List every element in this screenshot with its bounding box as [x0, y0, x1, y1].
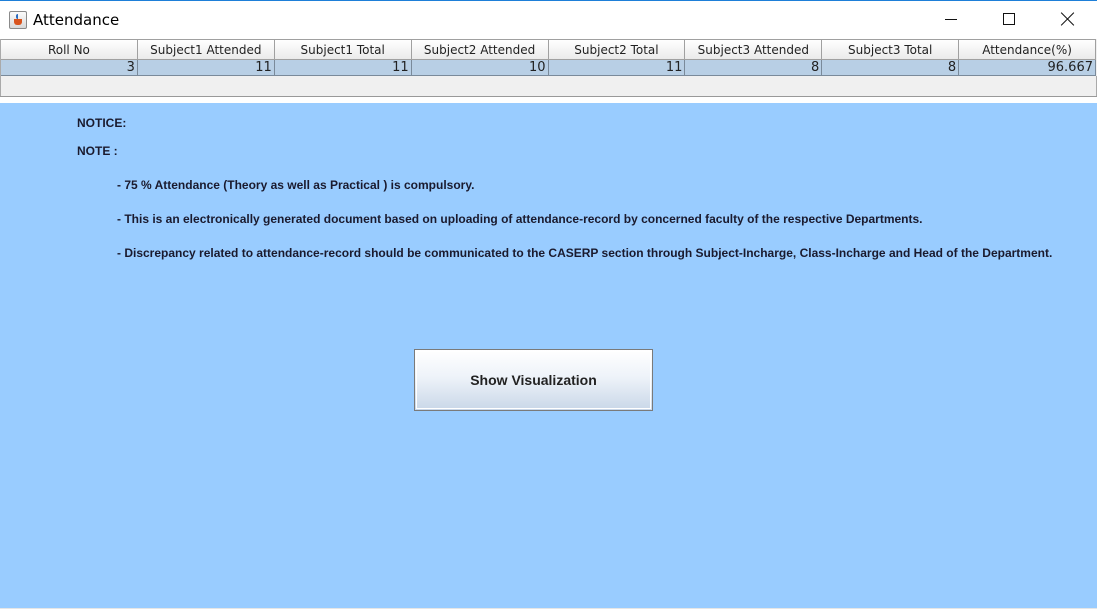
table-cell[interactable]: 11: [274, 60, 412, 76]
column-header-subject2-total[interactable]: Subject2 Total: [548, 39, 686, 60]
column-header-subject3-total[interactable]: Subject3 Total: [822, 39, 960, 60]
note-line-attendance-requirement: - 75 % Attendance (Theory as well as Pra…: [117, 178, 475, 192]
show-visualization-button[interactable]: Show Visualization: [414, 349, 653, 411]
note-line-discrepancy: - Discrepancy related to attendance-reco…: [117, 246, 1053, 260]
notice-panel: NOTICE: NOTE : - 75 % Attendance (Theory…: [0, 103, 1097, 608]
column-header-roll-no[interactable]: Roll No: [1, 39, 138, 60]
column-header-subject1-total[interactable]: Subject1 Total: [274, 39, 412, 60]
table-cell[interactable]: 11: [137, 60, 275, 76]
close-button[interactable]: [1039, 1, 1097, 37]
table-header: Roll No Subject1 Attended Subject1 Total…: [0, 39, 1096, 60]
maximize-icon: [1003, 13, 1015, 25]
minimize-icon: [945, 18, 957, 20]
table-cell[interactable]: 10: [411, 60, 549, 76]
column-header-subject2-attended[interactable]: Subject2 Attended: [411, 39, 549, 60]
minimize-button[interactable]: [922, 1, 980, 37]
java-cup-icon: [9, 11, 27, 29]
table-cell[interactable]: 3: [1, 60, 138, 76]
close-icon: [1061, 12, 1075, 26]
note-line-electronic-document: - This is an electronically generated do…: [117, 212, 923, 226]
table-cell[interactable]: 11: [548, 60, 686, 76]
table-cell[interactable]: 96.667: [959, 60, 1096, 76]
title-bar[interactable]: Attendance: [0, 1, 1097, 39]
table-empty-area[interactable]: [0, 76, 1097, 96]
table-cell[interactable]: 8: [685, 60, 823, 76]
table-row[interactable]: 3 11 11 10 11 8 8 96.667: [0, 60, 1096, 76]
column-header-subject1-attended[interactable]: Subject1 Attended: [137, 39, 275, 60]
notice-heading: NOTICE:: [77, 116, 127, 130]
column-header-subject3-attended[interactable]: Subject3 Attended: [685, 39, 823, 60]
note-heading: NOTE :: [77, 144, 118, 158]
window-title: Attendance: [33, 11, 120, 29]
column-header-attendance-percent[interactable]: Attendance(%): [959, 39, 1096, 60]
maximize-button[interactable]: [980, 1, 1038, 37]
table-cell[interactable]: 8: [822, 60, 960, 76]
attendance-window: Attendance Roll No Subject1 Attended Sub…: [0, 0, 1097, 609]
attendance-table: Roll No Subject1 Attended Subject1 Total…: [0, 39, 1097, 97]
